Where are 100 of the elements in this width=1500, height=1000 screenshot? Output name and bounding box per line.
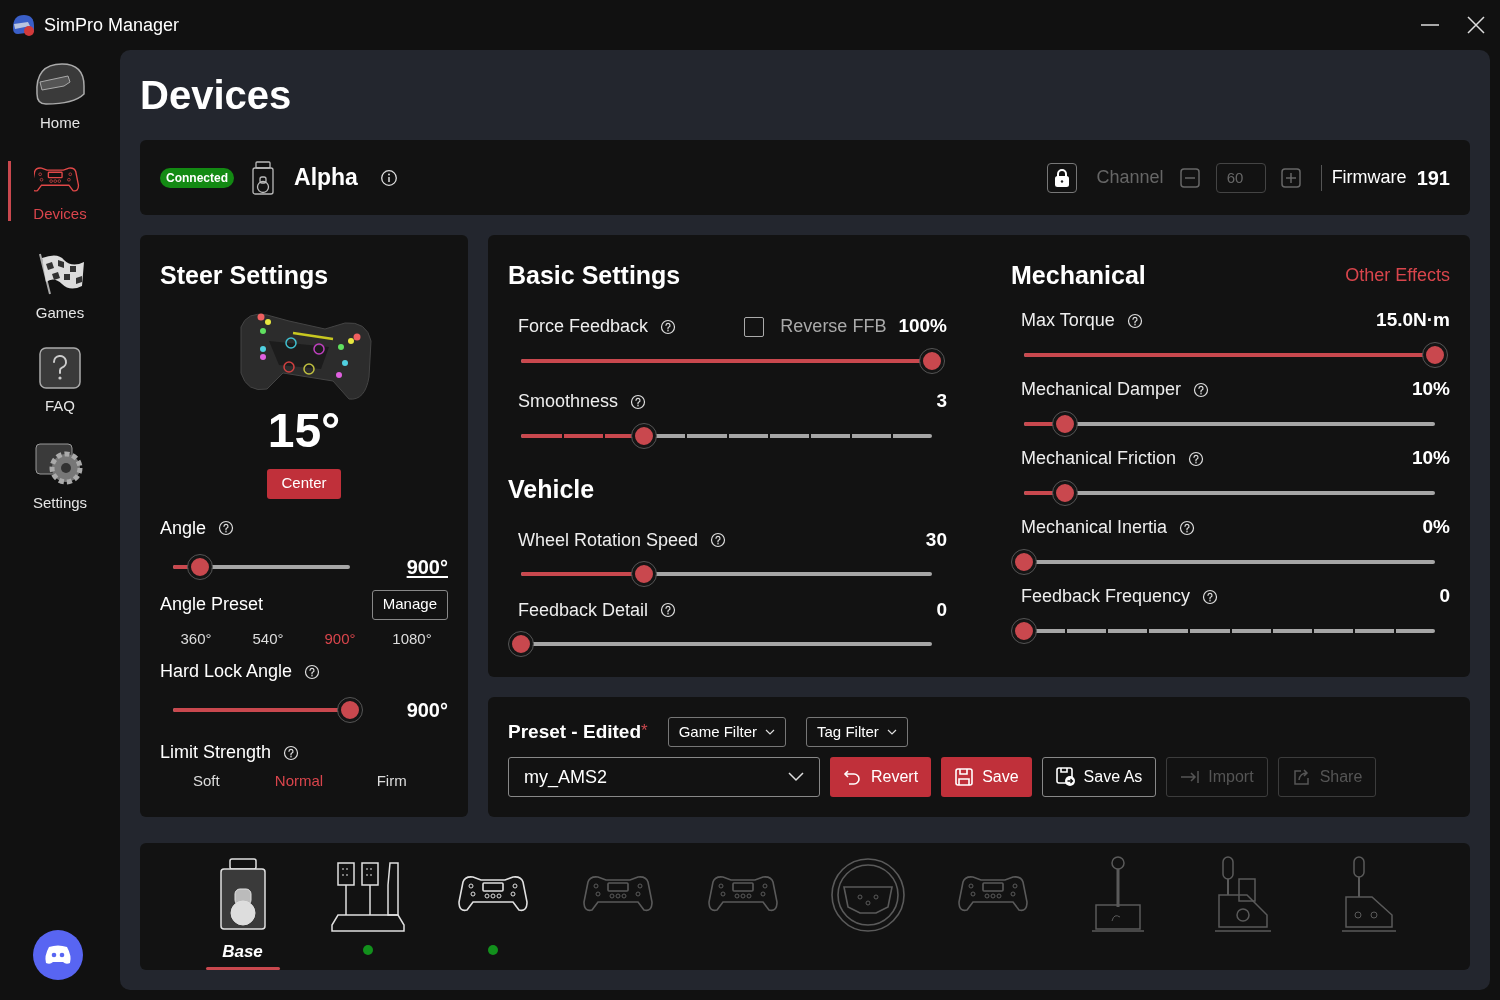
nav-item[interactable]: Home: [0, 58, 120, 153]
setting-label: Max Torque: [1021, 309, 1115, 332]
section-title: Vehicle: [508, 473, 596, 505]
setting-label: Smoothness: [518, 390, 619, 413]
nav-item[interactable]: Devices: [0, 153, 120, 248]
limit-strength-option[interactable]: Normal: [252, 770, 346, 793]
other-effects-link[interactable]: Other Effects: [1345, 262, 1450, 290]
setting-label: Feedback Detail: [518, 598, 649, 622]
chevron-down-icon: [788, 772, 804, 782]
chevron-down-icon: [765, 729, 776, 735]
setting-label: Limit Strength: [160, 741, 272, 764]
gamepad-icon: [44, 944, 72, 966]
undo-icon: [843, 767, 863, 787]
slider-thumb[interactable]: [1012, 618, 1036, 643]
slider-thumb[interactable]: [920, 348, 944, 373]
slider-thumb[interactable]: [338, 698, 362, 722]
setting-value: 10%: [1411, 377, 1450, 402]
setting-value: 10%: [1411, 446, 1450, 471]
help-icon: [218, 520, 235, 536]
section-title: Mechanical: [1011, 260, 1146, 291]
angle-preset-option[interactable]: 360°: [160, 627, 232, 650]
current-angle: 15°: [267, 406, 341, 455]
helmet-icon: [10, 12, 36, 38]
limit-strength-option[interactable]: Firm: [345, 770, 438, 793]
setting-label: Angle Preset: [160, 593, 264, 616]
help-icon: [1188, 450, 1205, 467]
setting-value: 0%: [1422, 515, 1450, 540]
setting-value: 900°: [406, 698, 448, 723]
preset-action-button[interactable]: Save: [941, 757, 1032, 797]
nav-item[interactable]: Games: [0, 248, 120, 343]
device-tab[interactable]: Base: [180, 853, 305, 970]
setting-label: Feedback Frequency: [1021, 585, 1191, 608]
nav-item[interactable]: FAQ: [0, 343, 120, 438]
center-button[interactable]: Center: [267, 468, 341, 499]
setting-value: 3: [936, 389, 947, 414]
preset-action-button[interactable]: Save As: [1041, 757, 1157, 797]
preset-action-button[interactable]: Revert: [830, 757, 932, 797]
angle-value-link[interactable]: 900°: [406, 551, 448, 582]
slider-thumb[interactable]: [1012, 549, 1036, 574]
plus-button[interactable]: [1280, 167, 1301, 188]
help-icon: [304, 663, 321, 680]
setting-label: Wheel Rotation Speed: [518, 528, 699, 552]
setting-label: Hard Lock Angle: [160, 660, 293, 683]
slider-thumb[interactable]: [632, 562, 657, 586]
angle-preset-option[interactable]: 540°: [232, 627, 304, 650]
help-icon: [710, 532, 727, 548]
angle-preset-option[interactable]: 1080°: [376, 627, 448, 650]
lock-icon: [1052, 167, 1071, 188]
minus-button[interactable]: [1179, 167, 1200, 188]
slider-thumb[interactable]: [187, 554, 212, 579]
card-title: Steer Settings: [160, 260, 330, 291]
slider-thumb[interactable]: [1053, 411, 1078, 436]
edited-marker: *: [641, 719, 648, 742]
help-icon: [630, 393, 647, 410]
status-badge: Connected: [160, 167, 234, 188]
filter-dropdown[interactable]: Game Filter: [667, 717, 787, 747]
setting-label: Force Feedback: [518, 315, 649, 338]
setting-value: 0: [936, 597, 947, 622]
setting-label: Mechanical Inertia: [1021, 516, 1168, 539]
setting-value: 15.0N·m: [1376, 308, 1450, 333]
help-icon: [1202, 588, 1219, 605]
help-icon: [1126, 312, 1143, 329]
setting-label: Angle: [160, 516, 207, 540]
close-button[interactable]: [1466, 15, 1486, 35]
device-base-icon: [252, 160, 274, 195]
reverse-label: Reverse FFB: [780, 315, 887, 338]
slider-thumb[interactable]: [509, 632, 533, 656]
device-label: Base: [222, 941, 263, 963]
firmware-version: 191: [1416, 165, 1450, 191]
setting-value: 100%: [898, 314, 947, 339]
setting-label: Mechanical Damper: [1021, 378, 1182, 401]
share-icon: [1291, 767, 1312, 787]
limit-strength-option[interactable]: Soft: [160, 770, 253, 793]
chevron-down-icon: [886, 729, 897, 735]
nav-item[interactable]: Settings: [0, 438, 120, 533]
help-icon: [1179, 519, 1196, 536]
setting-value: 30: [925, 527, 947, 552]
help-icon: [37, 345, 83, 391]
preset-select[interactable]: my_AMS2: [508, 757, 820, 797]
manage-button[interactable]: Manage: [371, 589, 448, 620]
window-title: SimPro Manager: [44, 13, 180, 37]
info-icon: [379, 168, 398, 187]
section-title: Basic Settings: [508, 260, 682, 291]
slider-thumb[interactable]: [1423, 342, 1447, 367]
community-button[interactable]: [33, 930, 83, 980]
reverse-checkbox[interactable]: [744, 316, 765, 337]
slider-thumb[interactable]: [1053, 480, 1078, 505]
channel-label: Channel: [1096, 166, 1164, 189]
filter-dropdown[interactable]: Tag Filter: [806, 717, 908, 747]
help-icon: [660, 318, 677, 335]
help-icon: [283, 744, 300, 761]
lock-button[interactable]: [1046, 162, 1077, 193]
help-icon: [1193, 381, 1210, 398]
setting-value: 0: [1439, 584, 1450, 609]
setting-label: Mechanical Friction: [1021, 447, 1177, 470]
page-title: Devices: [140, 75, 292, 115]
angle-preset-option[interactable]: 900°: [304, 627, 376, 650]
slider-thumb[interactable]: [632, 423, 657, 448]
device-name: Alpha: [294, 163, 358, 193]
help-icon: [660, 602, 677, 618]
